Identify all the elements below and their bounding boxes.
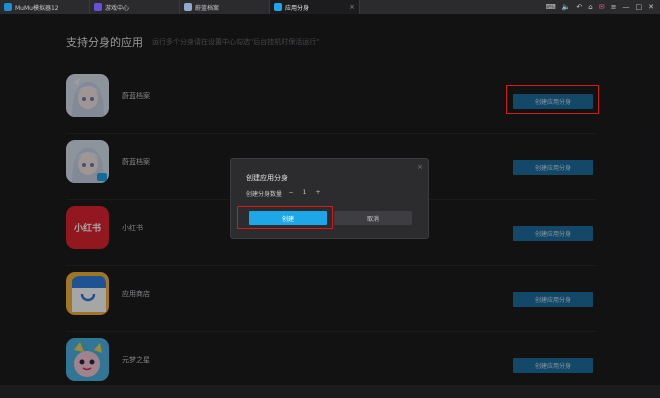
- tab-label: 游戏中心: [105, 4, 130, 12]
- mumu-logo-icon: [4, 3, 12, 11]
- close-icon[interactable]: ✕: [648, 3, 654, 11]
- clone-icon: [274, 3, 282, 11]
- clone-count-label: 创建分身数量: [246, 191, 283, 198]
- highlight-box: [506, 85, 599, 114]
- home-icon[interactable]: ⌂: [588, 3, 592, 11]
- tab-blue-archive[interactable]: 蔚蓝档案: [180, 0, 270, 14]
- cancel-button[interactable]: 取消: [334, 211, 412, 225]
- decrement-button[interactable]: −: [286, 189, 296, 196]
- highlight-box: [237, 206, 333, 229]
- menu-icon[interactable]: ≡: [611, 3, 617, 11]
- maximize-icon[interactable]: □: [636, 3, 643, 11]
- tab-label: 蔚蓝档案: [195, 4, 220, 12]
- tab-label: 应用分身: [285, 4, 310, 12]
- title-bar: MuMu模拟器12 游戏中心 蔚蓝档案 应用分身 × ⌨ 🔈 ↶ ⌂ ✉ ≡ —…: [0, 0, 660, 14]
- mail-icon[interactable]: ✉: [599, 3, 605, 11]
- dialog-title: 创建应用分身: [246, 174, 288, 182]
- volume-icon[interactable]: 🔈: [562, 3, 571, 11]
- back-icon[interactable]: ↶: [576, 3, 582, 11]
- window-controls: ⌨ 🔈 ↶ ⌂ ✉ ≡ — □ ✕: [546, 3, 660, 11]
- dialog-close-icon[interactable]: ×: [417, 163, 423, 171]
- tab-mumu[interactable]: MuMu模拟器12: [0, 0, 90, 14]
- keyboard-icon[interactable]: ⌨: [546, 3, 556, 11]
- quantity-stepper: − 1 +: [286, 188, 323, 197]
- tab-close-icon[interactable]: ×: [349, 3, 355, 11]
- tab-app-clone[interactable]: 应用分身 ×: [270, 0, 360, 14]
- minimize-icon[interactable]: —: [623, 3, 630, 11]
- tab-game-center[interactable]: 游戏中心: [90, 0, 180, 14]
- tab-label: MuMu模拟器12: [15, 4, 59, 12]
- app-thumbnail-icon: [184, 3, 192, 11]
- gamepad-icon: [94, 3, 102, 11]
- create-clone-dialog: 创建应用分身 × 创建分身数量 − 1 + 创建 取消: [230, 158, 429, 239]
- increment-button[interactable]: +: [313, 189, 323, 196]
- quantity-value[interactable]: 1: [296, 189, 313, 196]
